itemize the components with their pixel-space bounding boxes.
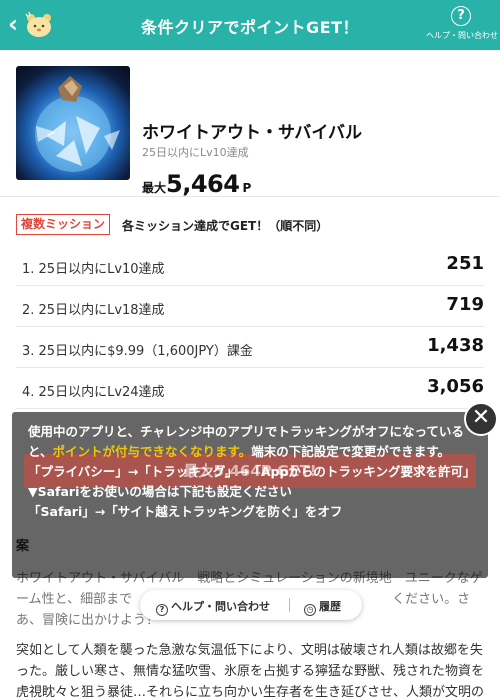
mission-row: 1. 25日以内にLv10達成 251	[16, 245, 484, 286]
page-title: 条件クリアでポイントGET！	[141, 18, 359, 37]
tracking-warning-text: 使用中のアプリと、チャレンジ中のアプリでトラッキングがオフになっていると、ポイン…	[28, 422, 476, 522]
mission-points: 719	[446, 294, 484, 315]
divider	[289, 598, 290, 612]
mission-label: 4. 25日以内にLv24達成	[22, 385, 165, 400]
mission-row: 3. 25日以内に$9.99（1,600JPY）課金 1,438	[16, 327, 484, 368]
history-link[interactable]: ◷ 履歴	[304, 598, 341, 616]
mission-label: 1. 25日以内にLv10達成	[22, 262, 165, 277]
mission-label: 2. 25日以内にLv18達成	[22, 303, 165, 318]
warning-safari-path: 「Safari」→「サイト越えトラッキングを防ぐ」をオフ	[28, 504, 343, 519]
warning-line1-end: 端末の下記設定で変更ができます。	[251, 444, 451, 459]
help-contact-label: ヘルプ・問い合わせ	[426, 31, 498, 40]
app-header: ‹ 条件クリアでポイントGET！ ? ヘルプ・問い合わせ	[0, 0, 500, 50]
mission-points: 251	[446, 253, 484, 274]
bottom-action-bar: ? ヘルプ・問い合わせ ◷ 履歴	[140, 590, 362, 620]
help-contact-button[interactable]: ? ヘルプ・問い合わせ	[426, 6, 498, 46]
multi-mission-badge: 複数ミッション	[16, 214, 111, 235]
clock-history-icon: ◷	[304, 604, 316, 616]
mission-points: 3,056	[427, 376, 484, 397]
frozen-globe-art	[35, 76, 120, 172]
max-points: 最大5,464 P	[142, 170, 251, 198]
warning-settings-path: 「プライバシー」→「トラッキング」→「Appからのトラッキング要求を許可」	[28, 464, 476, 479]
mission-label: 3. 25日以内に$9.99（1,600JPY）課金	[22, 344, 253, 359]
mission-description: 各ミッション達成でGET！（順不同）	[122, 219, 329, 233]
close-x-icon: ✕	[471, 405, 491, 430]
close-overlay-button[interactable]: ✕	[464, 402, 498, 436]
history-link-label: 履歴	[319, 600, 341, 613]
warning-safari-note: ▼Safariをお使いの場合は下記も設定ください	[28, 484, 292, 499]
mission-points: 1,438	[427, 335, 484, 356]
help-contact-link-label: ヘルプ・問い合わせ	[171, 600, 270, 613]
app-condition: 25日以内にLv10達成	[142, 146, 249, 159]
question-circle-icon: ?	[451, 6, 471, 26]
max-points-value: 5,464	[166, 170, 240, 198]
app-info-card: ホワイトアウト・サバイバル 25日以内にLv10達成 最大5,464 P	[0, 50, 500, 198]
tracking-warning-overlay: 最大5,464P GET! 使用中のアプリと、チャレンジ中のアプリでトラッキング…	[12, 412, 488, 578]
app-icon-image	[16, 66, 130, 180]
max-points-unit: P	[242, 181, 252, 195]
max-points-prefix: 最大	[142, 181, 167, 195]
mission-row: 4. 25日以内にLv24達成 3,056	[16, 368, 484, 409]
question-circle-icon: ?	[156, 604, 168, 616]
warning-highlight: ポイントが付与できなくなります。	[52, 444, 252, 459]
app-name: ホワイトアウト・サバイバル	[142, 123, 362, 143]
help-contact-link[interactable]: ? ヘルプ・問い合わせ	[156, 598, 270, 616]
app-description-para2: 突如として人類を襲った急激な気温低下により、文明は破壊され人類は故郷を失った。厳…	[16, 643, 485, 700]
mission-row: 2. 25日以内にLv18達成 719	[16, 286, 484, 327]
